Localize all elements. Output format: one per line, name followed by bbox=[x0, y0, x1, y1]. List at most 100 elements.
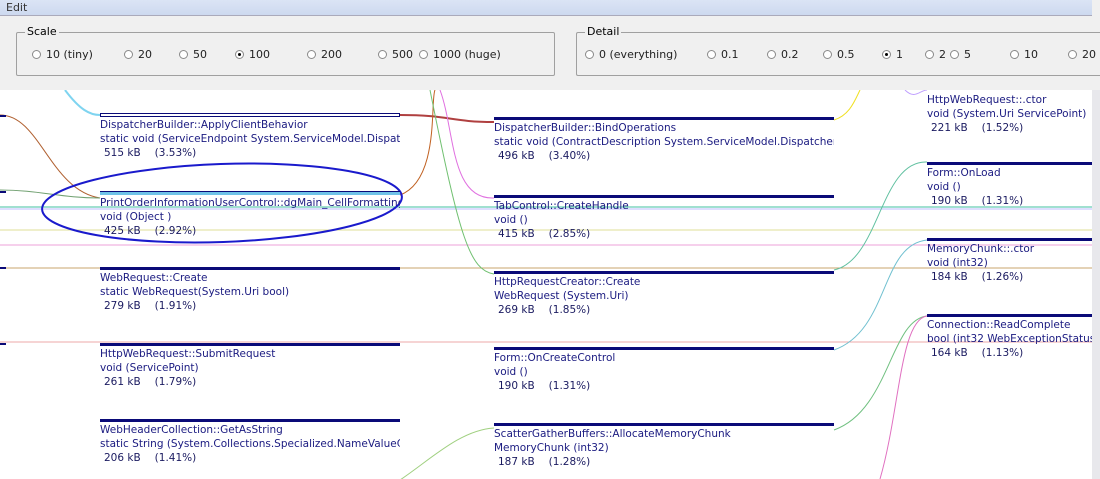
node-size: 206 kB bbox=[104, 452, 141, 464]
radio-button-icon[interactable] bbox=[419, 50, 428, 59]
node-percent: (1.28%) bbox=[548, 456, 591, 468]
radio-label: 10 (tiny) bbox=[46, 48, 93, 61]
menu-edit[interactable]: Edit bbox=[6, 1, 27, 14]
detail-option-7[interactable]: 10 bbox=[1010, 48, 1038, 61]
node-weight-bar bbox=[494, 347, 834, 350]
detail-label: Detail bbox=[585, 25, 622, 38]
call-tree-node[interactable]: WebHeaderCollection::GetAsString static … bbox=[100, 419, 400, 465]
radio-button-icon[interactable] bbox=[235, 50, 244, 59]
detail-option-2[interactable]: 0.2 bbox=[767, 48, 799, 61]
node-size: 496 kB bbox=[498, 150, 535, 162]
radio-label: 10 bbox=[1024, 48, 1038, 61]
node-size: 261 kB bbox=[104, 376, 141, 388]
node-weight-bar bbox=[927, 238, 1092, 241]
radio-button-icon[interactable] bbox=[1010, 50, 1019, 59]
node-method-name: TabControl::CreateHandle bbox=[494, 200, 629, 212]
node-weight-bar bbox=[100, 419, 400, 422]
scale-option-6[interactable]: 1000 (huge) bbox=[419, 48, 501, 61]
radio-button-icon[interactable] bbox=[307, 50, 316, 59]
node-weight-bar bbox=[494, 271, 834, 274]
call-tree-node[interactable]: ScatterGatherBuffers::AllocateMemoryChun… bbox=[494, 423, 834, 469]
node-method-name: Form::OnCreateControl bbox=[494, 352, 616, 364]
node-size: 190 kB bbox=[498, 380, 535, 392]
node-signature: static String (System.Collections.Specia… bbox=[100, 438, 400, 450]
node-signature: void () bbox=[927, 181, 961, 193]
node-percent: (1.52%) bbox=[981, 122, 1024, 134]
detail-option-3[interactable]: 0.5 bbox=[823, 48, 855, 61]
node-weight-bar bbox=[494, 423, 834, 426]
node-method-name: HttpWebRequest::.ctor bbox=[927, 94, 1047, 106]
scale-label: Scale bbox=[25, 25, 59, 38]
node-weight-bar bbox=[494, 117, 834, 120]
radio-button-icon[interactable] bbox=[823, 50, 832, 59]
node-percent: (1.13%) bbox=[981, 347, 1024, 359]
call-tree-node[interactable]: Connection::ReadComplete bool (int32 Web… bbox=[927, 314, 1092, 360]
call-tree-node[interactable]: HttpWebRequest::.ctor void (System.Uri S… bbox=[927, 90, 1092, 135]
detail-option-6[interactable]: 5 bbox=[950, 48, 971, 61]
node-size: 515 kB bbox=[104, 147, 141, 159]
allocation-graph[interactable]: DispatcherBuilder::ApplyClientBehavior s… bbox=[0, 90, 1092, 479]
radio-button-icon[interactable] bbox=[925, 50, 934, 59]
node-percent: (2.85%) bbox=[548, 228, 591, 240]
radio-button-icon[interactable] bbox=[950, 50, 959, 59]
node-signature: void (System.Uri ServicePoint) bbox=[927, 108, 1087, 120]
radio-button-icon[interactable] bbox=[707, 50, 716, 59]
node-size: 184 kB bbox=[931, 271, 968, 283]
node-method-name: ScatterGatherBuffers::AllocateMemoryChun… bbox=[494, 428, 731, 440]
scale-option-1[interactable]: 20 bbox=[124, 48, 152, 61]
detail-option-8[interactable]: 20 bbox=[1068, 48, 1096, 61]
scale-option-4[interactable]: 200 bbox=[307, 48, 342, 61]
node-weight-bar bbox=[100, 191, 400, 195]
scale-option-2[interactable]: 50 bbox=[179, 48, 207, 61]
detail-option-4[interactable]: 1 bbox=[882, 48, 903, 61]
radio-button-icon[interactable] bbox=[32, 50, 41, 59]
call-tree-node[interactable]: WebRequest::Create static WebRequest(Sys… bbox=[100, 267, 400, 313]
detail-option-5[interactable]: 2 bbox=[925, 48, 946, 61]
call-tree-node[interactable]: DispatcherBuilder::ApplyClientBehavior s… bbox=[100, 113, 400, 160]
radio-button-icon[interactable] bbox=[585, 50, 594, 59]
vertical-scrollbar[interactable] bbox=[1092, 90, 1100, 479]
node-signature: static void (ServiceEndpoint System.Serv… bbox=[100, 133, 400, 145]
scale-group: Scale 10 (tiny) 20 50 100 200 500 1000 (huge) bbox=[16, 25, 555, 76]
scale-option-0[interactable]: 10 (tiny) bbox=[32, 48, 93, 61]
node-method-name: HttpRequestCreator::Create bbox=[494, 276, 641, 288]
detail-option-1[interactable]: 0.1 bbox=[707, 48, 739, 61]
radio-label: 500 bbox=[392, 48, 413, 61]
node-method-name: MemoryChunk::.ctor bbox=[927, 243, 1035, 255]
radio-button-icon[interactable] bbox=[882, 50, 891, 59]
node-size: 164 kB bbox=[931, 347, 968, 359]
scale-option-3[interactable]: 100 bbox=[235, 48, 270, 61]
radio-label: 1000 (huge) bbox=[433, 48, 501, 61]
node-size: 269 kB bbox=[498, 304, 535, 316]
call-tree-node[interactable]: PrintOrderInformationUserControl::dgMain… bbox=[100, 191, 400, 238]
call-tree-node[interactable]: TabControl::CreateHandle void () 415 kB (… bbox=[494, 195, 834, 241]
radio-button-icon[interactable] bbox=[179, 50, 188, 59]
call-tree-node[interactable]: MemoryChunk::.ctor void (int32) 184 kB (1… bbox=[927, 238, 1092, 284]
call-tree-node[interactable]: DispatcherBuilder::BindOperations static… bbox=[494, 117, 834, 163]
node-percent: (1.85%) bbox=[548, 304, 591, 316]
radio-label: 0.1 bbox=[721, 48, 739, 61]
call-tree-node[interactable]: HttpWebRequest::SubmitRequest void (Serv… bbox=[100, 343, 400, 389]
node-signature: MemoryChunk (int32) bbox=[494, 442, 609, 454]
node-percent: (2.92%) bbox=[154, 225, 197, 237]
detail-option-0[interactable]: 0 (everything) bbox=[585, 48, 677, 61]
call-tree-node[interactable]: Form::OnCreateControl void () 190 kB (1.3… bbox=[494, 347, 834, 393]
node-size: 221 kB bbox=[931, 122, 968, 134]
radio-button-icon[interactable] bbox=[378, 50, 387, 59]
node-method-name: DispatcherBuilder::ApplyClientBehavior bbox=[100, 119, 308, 131]
menu-bar: Edit bbox=[0, 0, 1092, 16]
call-tree-node[interactable]: Form::OnLoad void () 190 kB (1.31%) bbox=[927, 162, 1092, 208]
node-method-name: WebHeaderCollection::GetAsString bbox=[100, 424, 283, 436]
node-method-name: Connection::ReadComplete bbox=[927, 319, 1071, 331]
node-signature: void (Object ) bbox=[100, 211, 172, 223]
call-tree-node[interactable]: HttpRequestCreator::Create WebRequest (S… bbox=[494, 271, 834, 317]
radio-button-icon[interactable] bbox=[767, 50, 776, 59]
node-weight-bar bbox=[927, 314, 1092, 317]
radio-button-icon[interactable] bbox=[124, 50, 133, 59]
node-size: 425 kB bbox=[104, 225, 141, 237]
node-method-name: Form::OnLoad bbox=[927, 167, 1001, 179]
node-size: 190 kB bbox=[931, 195, 968, 207]
node-weight-bar bbox=[100, 113, 400, 117]
radio-button-icon[interactable] bbox=[1068, 50, 1077, 59]
scale-option-5[interactable]: 500 bbox=[378, 48, 413, 61]
